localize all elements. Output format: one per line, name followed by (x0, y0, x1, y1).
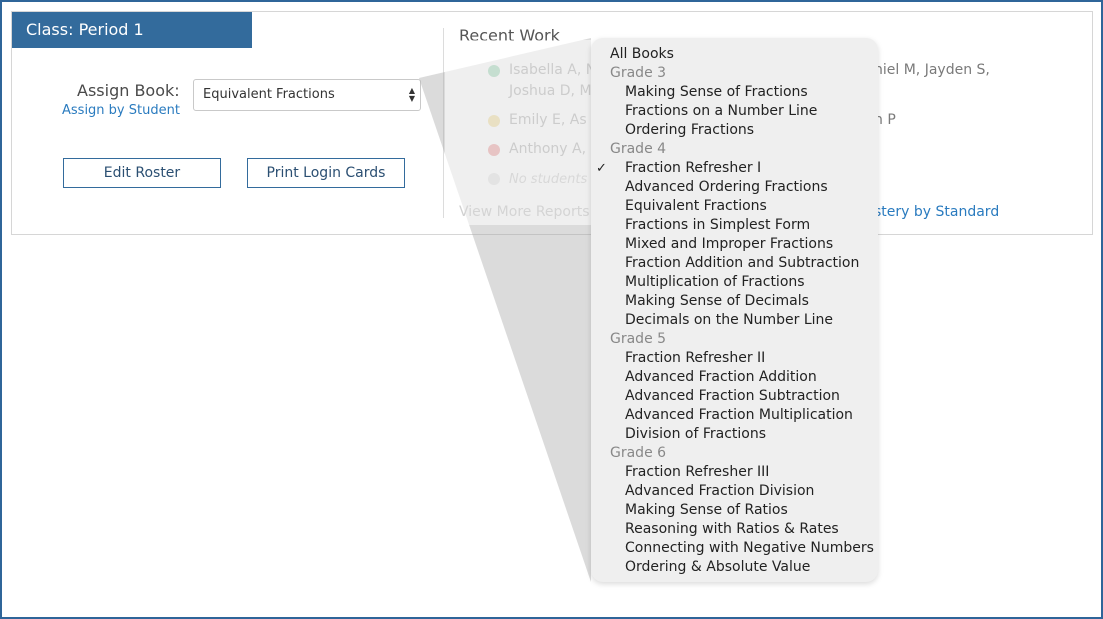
assign-by-student-link[interactable]: Assign by Student (62, 103, 180, 118)
dropdown-item-label: Advanced Ordering Fractions (625, 179, 828, 195)
mastery-by-standard-link[interactable]: stery by Standard (874, 204, 999, 220)
class-header: Class: Period 1 (12, 12, 252, 48)
dropdown-option[interactable]: Equivalent Fractions (591, 197, 878, 216)
window-frame: Class: Period 1 Assign Book: Assign by S… (0, 0, 1103, 619)
dropdown-item-label: Connecting with Negative Numbers (625, 540, 874, 556)
dropdown-group-label: Grade 6 (591, 444, 878, 463)
print-login-cards-button[interactable]: Print Login Cards (247, 158, 405, 188)
no-students-text: No students (509, 172, 588, 187)
dropdown-item-label: Making Sense of Decimals (625, 293, 809, 309)
status-dot-yellow (488, 115, 500, 127)
status-dot-green (488, 65, 500, 77)
book-dropdown-menu[interactable]: All Books Grade 3 Making Sense of Fraction… (591, 38, 878, 582)
dropdown-option[interactable]: Multiplication of Fractions (591, 273, 878, 292)
dropdown-item-label: Advanced Fraction Multiplication (625, 407, 853, 423)
dropdown-option[interactable]: Division of Fractions (591, 425, 878, 444)
dropdown-item-label: Making Sense of Fractions (625, 84, 808, 100)
student-list-row: Anthony A, (509, 141, 587, 157)
dropdown-option[interactable]: Fraction Refresher I ✓ (591, 159, 878, 178)
select-arrows-icon: ▲ ▼ (408, 86, 415, 103)
dropdown-option[interactable]: Advanced Fraction Addition (591, 368, 878, 387)
dropdown-item-label: Advanced Fraction Subtraction (625, 388, 840, 404)
dropdown-group-label: Grade 4 (591, 140, 878, 159)
dropdown-option[interactable]: Decimals on the Number Line (591, 311, 878, 330)
student-list-row: Emily E, As (509, 112, 587, 128)
book-select-value: Equivalent Fractions (203, 87, 335, 102)
assign-book-label: Assign Book: (77, 81, 180, 100)
dropdown-option[interactable]: Fraction Refresher II (591, 349, 878, 368)
dropdown-option[interactable]: Fractions in Simplest Form (591, 216, 878, 235)
dropdown-item-label: Fractions in Simplest Form (625, 217, 811, 233)
divider (443, 28, 444, 218)
dropdown-item-label: Mixed and Improper Fractions (625, 236, 834, 252)
dropdown-item-label: Fraction Refresher III (625, 464, 770, 480)
student-list-row-right: niel M, Jayden S, (874, 62, 990, 78)
dropdown-option[interactable]: Fraction Refresher III (591, 463, 878, 482)
dropdown-option[interactable]: Advanced Fraction Multiplication (591, 406, 878, 425)
dropdown-item-label: Fractions on a Number Line (625, 103, 818, 119)
dropdown-item-label: Equivalent Fractions (625, 198, 767, 214)
dropdown-item-label: Grade 6 (610, 445, 667, 461)
dropdown-item-label: Multiplication of Fractions (625, 274, 805, 290)
dropdown-item-label: Advanced Fraction Addition (625, 369, 817, 385)
dropdown-option[interactable]: Advanced Fraction Subtraction (591, 387, 878, 406)
dropdown-option[interactable]: Connecting with Negative Numbers (591, 539, 878, 558)
dropdown-option[interactable]: Advanced Ordering Fractions (591, 178, 878, 197)
dropdown-option[interactable]: Ordering & Absolute Value (591, 558, 878, 577)
dropdown-option[interactable]: Reasoning with Ratios & Rates (591, 520, 878, 539)
dropdown-item-label: Grade 3 (610, 65, 667, 81)
dropdown-item-label: Grade 5 (610, 331, 667, 347)
dropdown-group-label: Grade 3 (591, 64, 878, 83)
checkmark-icon: ✓ (596, 161, 607, 176)
dropdown-group-label: Grade 5 (591, 330, 878, 349)
dropdown-item-label: All Books (610, 46, 674, 62)
dropdown-option[interactable]: Ordering Fractions (591, 121, 878, 140)
edit-roster-button[interactable]: Edit Roster (63, 158, 221, 188)
dropdown-option[interactable]: Making Sense of Decimals (591, 292, 878, 311)
dropdown-item-label: Reasoning with Ratios & Rates (625, 521, 839, 537)
dropdown-item-label: Making Sense of Ratios (625, 502, 788, 518)
dropdown-option[interactable]: Advanced Fraction Division (591, 482, 878, 501)
dropdown-item-label: Advanced Fraction Division (625, 483, 815, 499)
student-list-row: Joshua D, M (509, 83, 592, 99)
dropdown-item-label: Decimals on the Number Line (625, 312, 834, 328)
dropdown-item-label: Division of Fractions (625, 426, 767, 442)
dropdown-item-label: Ordering & Absolute Value (625, 559, 811, 575)
book-select[interactable]: Equivalent Fractions ▲ ▼ (193, 79, 421, 111)
dropdown-option[interactable]: Mixed and Improper Fractions (591, 235, 878, 254)
view-more-reports-link[interactable]: View More Reports (459, 204, 590, 220)
dropdown-item-label: Grade 4 (610, 141, 667, 157)
dropdown-option[interactable]: Making Sense of Ratios (591, 501, 878, 520)
dropdown-option[interactable]: Fractions on a Number Line (591, 102, 878, 121)
dropdown-option[interactable]: Fraction Addition and Subtraction (591, 254, 878, 273)
status-dot-gray (488, 173, 500, 185)
dropdown-item-label: Ordering Fractions (625, 122, 755, 138)
dropdown-item-label: Fraction Addition and Subtraction (625, 255, 860, 271)
status-dot-red (488, 144, 500, 156)
dropdown-item-label: Fraction Refresher I (625, 160, 762, 176)
recent-work-title: Recent Work (459, 26, 560, 45)
dropdown-option[interactable]: All Books (591, 45, 878, 64)
class-card: Class: Period 1 Assign Book: Assign by S… (11, 11, 1093, 235)
dropdown-item-label: Fraction Refresher II (625, 350, 766, 366)
dropdown-option[interactable]: Making Sense of Fractions (591, 83, 878, 102)
